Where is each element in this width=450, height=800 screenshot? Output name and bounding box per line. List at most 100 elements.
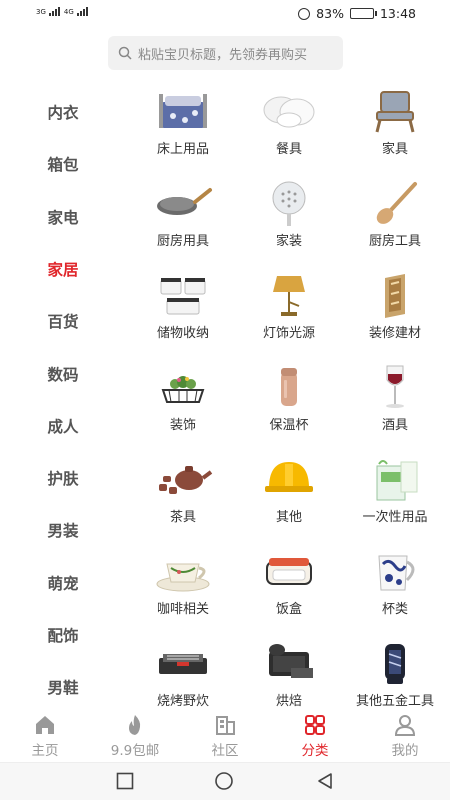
subcategory-item[interactable]: 咖啡相关 [128, 546, 238, 617]
subcategory-label: 其他 [275, 510, 302, 525]
subcategory-label: 家装 [275, 234, 302, 249]
sim1-signal: 3G [36, 7, 60, 16]
building-icon [180, 712, 270, 738]
helmet-icon [259, 454, 319, 502]
tab-item[interactable]: 我的 [360, 712, 450, 759]
alarm-icon [298, 7, 311, 20]
sidebar-item[interactable]: 萌宠 [0, 572, 126, 594]
subcategory-item[interactable]: 其他 [234, 454, 344, 525]
subcategory-item[interactable]: 餐具 [234, 86, 344, 157]
sidebar-item[interactable]: 家居 [0, 258, 126, 280]
signal-indicators: 3G 4G [36, 7, 88, 16]
subcategory-item[interactable]: 储物收纳 [128, 270, 238, 341]
subcategory-item[interactable]: 保温杯 [234, 362, 344, 433]
user-icon [360, 712, 450, 738]
spatula-icon [365, 178, 425, 226]
showerhead-icon [259, 178, 319, 226]
subcategory-item[interactable]: 烘焙 [234, 638, 344, 709]
subcategory-label: 烧烤野炊 [156, 694, 209, 709]
bed-icon [153, 86, 213, 134]
tab-item[interactable]: 分类 [270, 712, 360, 759]
subcategory-label: 厨房用具 [156, 234, 209, 249]
subcategory-item[interactable]: 烧烤野炊 [128, 638, 238, 709]
home-button[interactable] [214, 772, 234, 790]
tool-icon [365, 638, 425, 686]
sim2-network-type: 4G [63, 8, 74, 16]
subcategory-label: 储物收纳 [156, 326, 209, 341]
sidebar-item[interactable]: 家电 [0, 206, 126, 228]
subcategory-item[interactable]: 一次性用品 [340, 454, 450, 525]
tab-item[interactable]: 9.9包邮 [90, 712, 180, 759]
subcategory-item[interactable]: 家装 [234, 178, 344, 249]
container-icon [153, 270, 213, 318]
signal-bars-icon [48, 7, 60, 16]
subcategory-item[interactable]: 杯类 [340, 546, 450, 617]
subcategory-label: 一次性用品 [362, 510, 428, 525]
wall-panel-icon [365, 270, 425, 318]
back-button[interactable] [316, 772, 334, 790]
subcategory-item[interactable]: 酒具 [340, 362, 450, 433]
planter-icon [153, 362, 213, 410]
lamp-icon [259, 270, 319, 318]
tab-label: 9.9包邮 [110, 743, 160, 759]
subcategory-item[interactable]: 家具 [340, 86, 450, 157]
subcategory-label: 饭盒 [275, 602, 302, 617]
subcategory-item[interactable]: 其他五金工具 [340, 638, 450, 709]
status-right: 83% 13:48 [298, 6, 416, 21]
subcategory-label: 家具 [381, 142, 408, 157]
thermos-icon [259, 362, 319, 410]
sidebar-item[interactable]: 内衣 [0, 101, 126, 123]
sidebar-item[interactable]: 箱包 [0, 153, 126, 175]
subcategory-item[interactable]: 床上用品 [128, 86, 238, 157]
tab-label: 主页 [31, 743, 59, 759]
subcategory-label: 厨房工具 [368, 234, 421, 249]
sidebar-item[interactable]: 数码 [0, 363, 126, 385]
category-grid-icon [270, 712, 360, 738]
coffee-cup-icon [153, 546, 213, 594]
subcategory-label: 餐具 [275, 142, 302, 157]
subcategory-item[interactable]: 茶具 [128, 454, 238, 525]
flame-icon [90, 712, 180, 738]
sidebar-item[interactable]: 男鞋 [0, 676, 126, 698]
chair-icon [365, 86, 425, 134]
tableware-icon [259, 86, 319, 134]
grill-icon [153, 638, 213, 686]
subcategory-label: 茶具 [169, 510, 196, 525]
subcategory-item[interactable]: 饭盒 [234, 546, 344, 617]
subcategory-label: 装修建材 [368, 326, 421, 341]
search-bar[interactable]: 粘贴宝贝标题，先领券再购买 [108, 36, 343, 70]
subcategory-label: 保温杯 [269, 418, 309, 433]
lunchbox-icon [259, 546, 319, 594]
subcategory-item[interactable]: 厨房工具 [340, 178, 450, 249]
subcategory-item[interactable]: 厨房用具 [128, 178, 238, 249]
sidebar-item[interactable]: 配饰 [0, 624, 126, 646]
subcategory-item[interactable]: 灯饰光源 [234, 270, 344, 341]
wine-glass-icon [365, 362, 425, 410]
recent-apps-button[interactable] [116, 772, 134, 790]
tab-item[interactable]: 主页 [0, 712, 90, 759]
subcategory-item[interactable]: 装修建材 [340, 270, 450, 341]
subcategory-label: 其他五金工具 [355, 694, 434, 709]
teapot-icon [153, 454, 213, 502]
status-bar: 3G 4G 83% 13:48 [0, 0, 450, 28]
sim1-network-type: 3G [36, 8, 46, 16]
subcategory-label: 床上用品 [156, 142, 209, 157]
clock: 13:48 [379, 6, 416, 21]
sidebar-item[interactable]: 百货 [0, 310, 126, 332]
sidebar-item[interactable]: 成人 [0, 415, 126, 437]
tab-label: 我的 [391, 743, 419, 759]
subcategory-label: 杯类 [381, 602, 408, 617]
sidebar-item[interactable]: 护肤 [0, 467, 126, 489]
subcategory-item[interactable]: 装饰 [128, 362, 238, 433]
pan-icon [153, 178, 213, 226]
search-icon [118, 46, 132, 60]
mug-icon [365, 546, 425, 594]
battery-icon [349, 8, 377, 19]
subcategory-label: 烘焙 [275, 694, 302, 709]
tab-label: 社区 [211, 743, 239, 759]
sim2-signal: 4G [64, 7, 88, 16]
subcategory-label: 酒具 [381, 418, 408, 433]
sidebar-item[interactable]: 男装 [0, 519, 126, 541]
tab-item[interactable]: 社区 [180, 712, 270, 759]
tab-label: 分类 [301, 743, 329, 759]
